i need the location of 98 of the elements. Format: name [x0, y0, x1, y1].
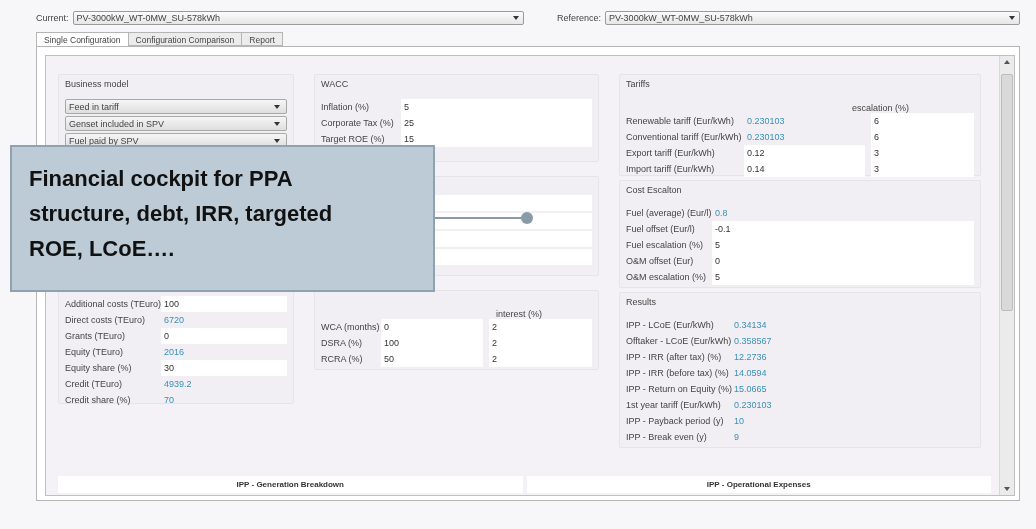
field-label: 1st year tariff (Eur/kWh) — [626, 400, 722, 410]
input-field[interactable]: 0 — [712, 253, 974, 269]
computed-value: 0.230103 — [746, 131, 786, 144]
computed-value: 70 — [163, 394, 175, 407]
input-field[interactable]: 15 — [401, 131, 592, 147]
computed-value: 0.8 — [714, 207, 729, 220]
computed-value: 4939.2 — [163, 378, 193, 391]
computed-value: 0.230103 — [746, 115, 786, 128]
scroll-up-icon[interactable] — [1004, 60, 1010, 64]
input-field[interactable]: 0.12 — [744, 145, 865, 161]
caret-icon — [513, 16, 520, 20]
input-field[interactable]: 3 — [871, 145, 974, 161]
input-field[interactable]: 5 — [712, 237, 974, 253]
computed-value: 0.34134 — [733, 319, 768, 332]
input-field[interactable]: 50 — [381, 351, 483, 367]
column-header: escalation (%) — [852, 103, 910, 113]
field-label: O&M escalation (%) — [626, 272, 708, 282]
field-label: WCA (months) — [321, 322, 381, 332]
input-field[interactable]: 0.14 — [744, 161, 865, 177]
current-label: Current: — [36, 13, 69, 23]
input-field[interactable]: 100 — [161, 296, 287, 312]
scroll-down-icon[interactable] — [1004, 487, 1010, 491]
reference-label: Reference: — [557, 13, 602, 23]
input-field[interactable]: 0 — [381, 319, 483, 335]
input-field[interactable]: 0 — [161, 328, 287, 344]
field-label: IPP - Break even (y) — [626, 432, 708, 442]
current-dropdown[interactable]: PV-3000kW_WT-0MW_SU-578kWh — [72, 11, 525, 25]
field-label: IPP - IRR (after tax) (%) — [626, 352, 723, 362]
field-label: Grants (TEuro) — [65, 331, 126, 341]
input-field[interactable]: 3 — [871, 161, 974, 177]
column-header: interest (%) — [496, 309, 542, 319]
computed-value: 10 — [733, 415, 745, 428]
field-label: Equity share (%) — [65, 363, 133, 373]
field-label: IPP - IRR (before tax) (%) — [626, 368, 730, 378]
caret-icon — [274, 121, 280, 126]
field-label: DSRA (%) — [321, 338, 363, 348]
field-label: IPP - Payback period (y) — [626, 416, 725, 426]
field-label: O&M offset (Eur) — [626, 256, 695, 266]
dropdown[interactable]: Feed in tariff — [65, 99, 287, 114]
reference-dropdown[interactable]: PV-3000kW_WT-0MW_SU-578kWh — [605, 11, 1020, 25]
field-label: Target ROE (%) — [321, 134, 386, 144]
input-field[interactable]: 100 — [381, 335, 483, 351]
field-label: Conventional tariff (Eur/kWh) — [626, 132, 743, 142]
input-field[interactable]: 6 — [871, 113, 974, 129]
group-title: Tariffs — [626, 79, 651, 91]
dropdown[interactable]: Genset included in SPV — [65, 116, 287, 131]
input-field[interactable]: 5 — [712, 269, 974, 285]
input-field[interactable] — [433, 195, 592, 211]
field-label: Import tariff (Eur/kWh) — [626, 164, 716, 174]
field-label: Equity (TEuro) — [65, 347, 125, 357]
field-label: Inflation (%) — [321, 102, 371, 112]
caret-icon — [274, 104, 280, 109]
input-field[interactable]: -0.1 — [712, 221, 974, 237]
group-title: Business model — [65, 79, 130, 91]
input-field[interactable]: 2 — [489, 351, 592, 367]
input-field[interactable]: 25 — [401, 115, 592, 131]
tab[interactable]: Single Configuration — [36, 32, 129, 46]
input-field[interactable]: 6 — [871, 129, 974, 145]
computed-value: 0.230103 — [733, 399, 773, 412]
field-label: IPP - LCoE (Eur/kWh) — [626, 320, 715, 330]
field-label: Export tariff (Eur/kWh) — [626, 148, 716, 158]
field-label: Credit share (%) — [65, 395, 132, 405]
field-label: Fuel offset (Eur/l) — [626, 224, 696, 234]
input-field[interactable]: 5 — [401, 99, 592, 115]
group-title: WACC — [321, 79, 350, 91]
field-label: Offtaker - LCoE (Eur/kWh) — [626, 336, 731, 346]
computed-value: 6720 — [163, 314, 186, 327]
group-title: Results — [626, 297, 657, 309]
computed-value: 9 — [733, 431, 740, 444]
tab[interactable]: Report — [241, 32, 283, 46]
input-field[interactable]: 2 — [489, 335, 592, 351]
input-field[interactable]: 2 — [489, 319, 592, 335]
chart-title: IPP - Generation Breakdown — [58, 476, 523, 493]
input-field[interactable]: 30 — [161, 360, 287, 376]
input-field[interactable] — [433, 231, 592, 247]
chart-title: IPP - Operational Expenses — [526, 476, 991, 493]
scrollbar[interactable] — [999, 56, 1014, 495]
callout-text: Financial cockpit for PPA structure, debt, IRR, targeted ROE, LCoE…. — [10, 145, 435, 292]
field-label: RCRA (%) — [321, 354, 364, 364]
computed-value: 0.358567 — [733, 335, 773, 348]
computed-value: 14.0594 — [733, 367, 768, 380]
field-label: Direct costs (TEuro) — [65, 315, 146, 325]
field-label: IPP - Return on Equity (%) — [626, 384, 731, 394]
field-label: Fuel (average) (Eur/l) — [626, 208, 712, 218]
field-label: Renewable tariff (Eur/kWh) — [626, 116, 735, 126]
group-title: Cost Escalton — [626, 185, 683, 197]
field-label: Corporate Tax (%) — [321, 118, 395, 128]
tab[interactable]: Configuration Comparison — [127, 32, 243, 46]
field-label: Additional costs (TEuro) — [65, 299, 161, 309]
computed-value: 12.2736 — [733, 351, 768, 364]
caret-icon — [1009, 16, 1015, 20]
caret-icon — [274, 138, 280, 143]
computed-value: 2016 — [163, 346, 186, 359]
field-label: Fuel escalation (%) — [626, 240, 705, 250]
field-label: Credit (TEuro) — [65, 379, 123, 389]
scroll-thumb[interactable] — [1001, 74, 1013, 311]
computed-value: 15.0665 — [733, 383, 768, 396]
input-field[interactable] — [433, 249, 592, 265]
